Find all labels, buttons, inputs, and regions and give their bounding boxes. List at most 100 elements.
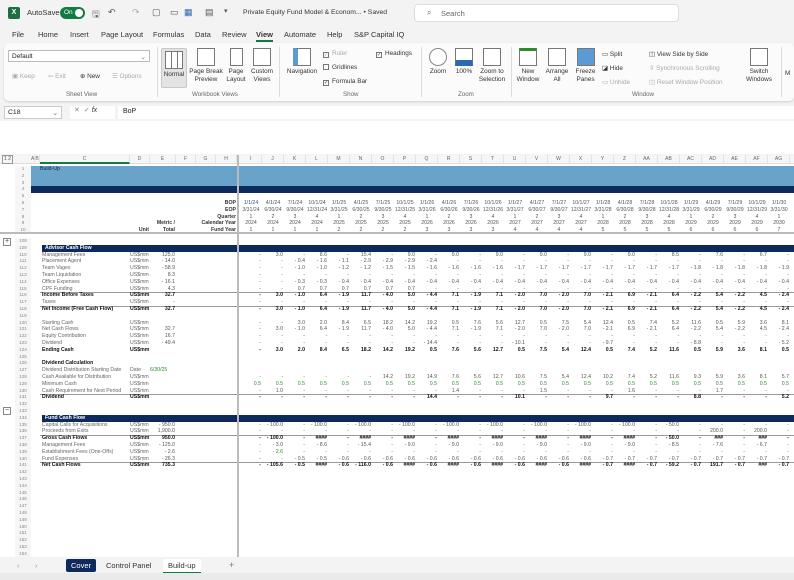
value-cell[interactable]: - bbox=[328, 333, 350, 340]
header-value[interactable]: 2030 bbox=[768, 220, 790, 227]
row-label[interactable]: Gross Cash Flows bbox=[42, 435, 130, 442]
header-value[interactable]: 1/1/28 bbox=[592, 200, 614, 207]
value-cell[interactable]: - 2.0 bbox=[504, 292, 526, 299]
value-cell[interactable]: - 1.5 bbox=[372, 265, 394, 272]
value-cell[interactable]: - 0.4 bbox=[284, 258, 306, 265]
value-cell[interactable]: - bbox=[416, 388, 438, 395]
header-value[interactable]: 7/1/28 bbox=[636, 200, 658, 207]
unit-cell[interactable]: US$mm bbox=[130, 299, 150, 306]
row-number[interactable]: 108 bbox=[15, 238, 31, 245]
value-cell[interactable]: - bbox=[768, 388, 790, 395]
value-cell[interactable]: - 0.5 bbox=[284, 456, 306, 463]
header-value[interactable]: 2 bbox=[526, 214, 548, 221]
value-cell[interactable]: - 1.9 bbox=[460, 292, 482, 299]
value-cell[interactable]: - bbox=[306, 333, 328, 340]
value-cell[interactable]: - 2.4 bbox=[416, 258, 438, 265]
title-band[interactable] bbox=[31, 179, 794, 187]
value-cell[interactable]: - bbox=[306, 374, 328, 381]
value-cell[interactable]: - bbox=[746, 422, 768, 429]
value-cell[interactable]: - bbox=[240, 292, 262, 299]
value-cell[interactable]: - bbox=[372, 394, 394, 401]
value-cell[interactable]: - bbox=[592, 449, 614, 456]
switch-windows-button[interactable]: Switch Windows bbox=[743, 48, 775, 84]
value-cell[interactable]: 5.7 bbox=[768, 374, 790, 381]
value-cell[interactable]: - bbox=[548, 442, 570, 449]
row-number[interactable]: 4 bbox=[15, 186, 31, 194]
header-value[interactable]: 10/1/25 bbox=[394, 200, 416, 207]
value-cell[interactable]: 18.2 bbox=[372, 320, 394, 327]
value-cell[interactable]: - 1.7 bbox=[636, 265, 658, 272]
unit-cell[interactable]: US$mm bbox=[130, 306, 150, 313]
spreadsheet-grid[interactable]: 1 Build-Up 2 3 4 5 6 BOP 1/1/24 4/1/24 7/1/24 10/1/… bbox=[0, 164, 794, 557]
value-cell[interactable]: 5.0 bbox=[394, 326, 416, 333]
header-value[interactable]: 2 bbox=[438, 214, 460, 221]
value-cell[interactable]: - bbox=[614, 286, 636, 293]
header-value[interactable]: 7/1/27 bbox=[548, 200, 570, 207]
row-number[interactable]: 133 bbox=[15, 408, 31, 415]
value-cell[interactable]: 0.5 bbox=[592, 381, 614, 388]
header-value[interactable]: 4/1/28 bbox=[614, 200, 636, 207]
value-cell[interactable]: - 100.0 bbox=[262, 422, 284, 429]
header-value[interactable]: 2029 bbox=[680, 220, 702, 227]
header-value[interactable]: 6/30/28 bbox=[614, 207, 636, 214]
collapse-outline-icon[interactable]: − bbox=[3, 407, 11, 415]
value-cell[interactable]: - 100.0 bbox=[394, 422, 416, 429]
header-label[interactable]: EOP bbox=[176, 207, 237, 214]
value-cell[interactable]: #### bbox=[306, 462, 328, 469]
value-cell[interactable]: 5.2 bbox=[636, 374, 658, 381]
value-cell[interactable]: - bbox=[240, 374, 262, 381]
header-value[interactable]: 1/1/25 bbox=[328, 200, 350, 207]
new-window-button[interactable]: New Window bbox=[514, 48, 542, 84]
value-cell[interactable]: - bbox=[768, 435, 790, 442]
header-value[interactable]: 1 bbox=[328, 214, 350, 221]
value-cell[interactable]: - bbox=[504, 435, 526, 442]
value-cell[interactable]: - bbox=[482, 394, 504, 401]
row-number[interactable]: 8 bbox=[15, 213, 31, 221]
value-cell[interactable]: - bbox=[680, 449, 702, 456]
confirm-icon[interactable]: ✓ bbox=[84, 107, 90, 114]
autosave-toggle[interactable]: On bbox=[60, 7, 85, 19]
row-label[interactable]: Dividend bbox=[42, 394, 130, 401]
total-cell[interactable]: 950.0 bbox=[150, 435, 176, 442]
value-cell[interactable]: - 1.9 bbox=[328, 326, 350, 333]
row-label[interactable]: Ending Cash bbox=[42, 347, 130, 354]
row-number[interactable]: 129 bbox=[15, 380, 31, 388]
value-cell[interactable]: - 0.4 bbox=[614, 279, 636, 286]
value-cell[interactable]: - 2.0 bbox=[548, 306, 570, 313]
unit-cell[interactable]: US$mm bbox=[130, 252, 150, 259]
value-cell[interactable]: - bbox=[306, 428, 328, 435]
value-cell[interactable]: - 0.6 bbox=[548, 456, 570, 463]
reset-window-position-button[interactable]: ◫ Reset Window Position bbox=[649, 78, 723, 86]
value-cell[interactable]: - bbox=[328, 449, 350, 456]
value-cell[interactable]: - bbox=[438, 286, 460, 293]
value-cell[interactable]: - bbox=[680, 442, 702, 449]
value-cell[interactable]: - bbox=[724, 388, 746, 395]
value-cell[interactable]: - 0.4 bbox=[592, 279, 614, 286]
value-cell[interactable]: - bbox=[746, 340, 768, 347]
tab-home[interactable]: Home bbox=[38, 30, 58, 39]
value-cell[interactable]: - 2.0 bbox=[504, 306, 526, 313]
value-cell[interactable]: - bbox=[240, 456, 262, 463]
tab-review[interactable]: Review bbox=[222, 30, 247, 39]
value-cell[interactable]: - 0.4 bbox=[328, 279, 350, 286]
header-value[interactable]: 6/30/29 bbox=[702, 207, 724, 214]
value-cell[interactable]: - bbox=[328, 299, 350, 306]
value-cell[interactable]: 0.5 bbox=[614, 320, 636, 327]
value-cell[interactable]: - bbox=[262, 428, 284, 435]
row-number[interactable]: 152 bbox=[15, 537, 31, 544]
value-cell[interactable]: - bbox=[658, 286, 680, 293]
value-cell[interactable]: - bbox=[636, 286, 658, 293]
header-value[interactable]: 7/1/29 bbox=[724, 200, 746, 207]
table-icon[interactable]: ▦ bbox=[184, 7, 193, 18]
header-value[interactable]: 2025 bbox=[372, 220, 394, 227]
value-cell[interactable]: #### bbox=[570, 435, 592, 442]
value-cell[interactable]: - 0.4 bbox=[680, 279, 702, 286]
row-number[interactable]: 151 bbox=[15, 530, 31, 538]
cancel-icon[interactable]: ✕ bbox=[74, 107, 80, 114]
value-cell[interactable]: 8.4 bbox=[306, 347, 328, 354]
value-cell[interactable]: #### bbox=[614, 462, 636, 469]
total-cell[interactable]: - 58.9 bbox=[150, 265, 176, 272]
value-cell[interactable]: 7.5 bbox=[526, 374, 548, 381]
value-cell[interactable]: - 0.3 bbox=[306, 279, 328, 286]
value-cell[interactable]: - 2.4 bbox=[768, 292, 790, 299]
